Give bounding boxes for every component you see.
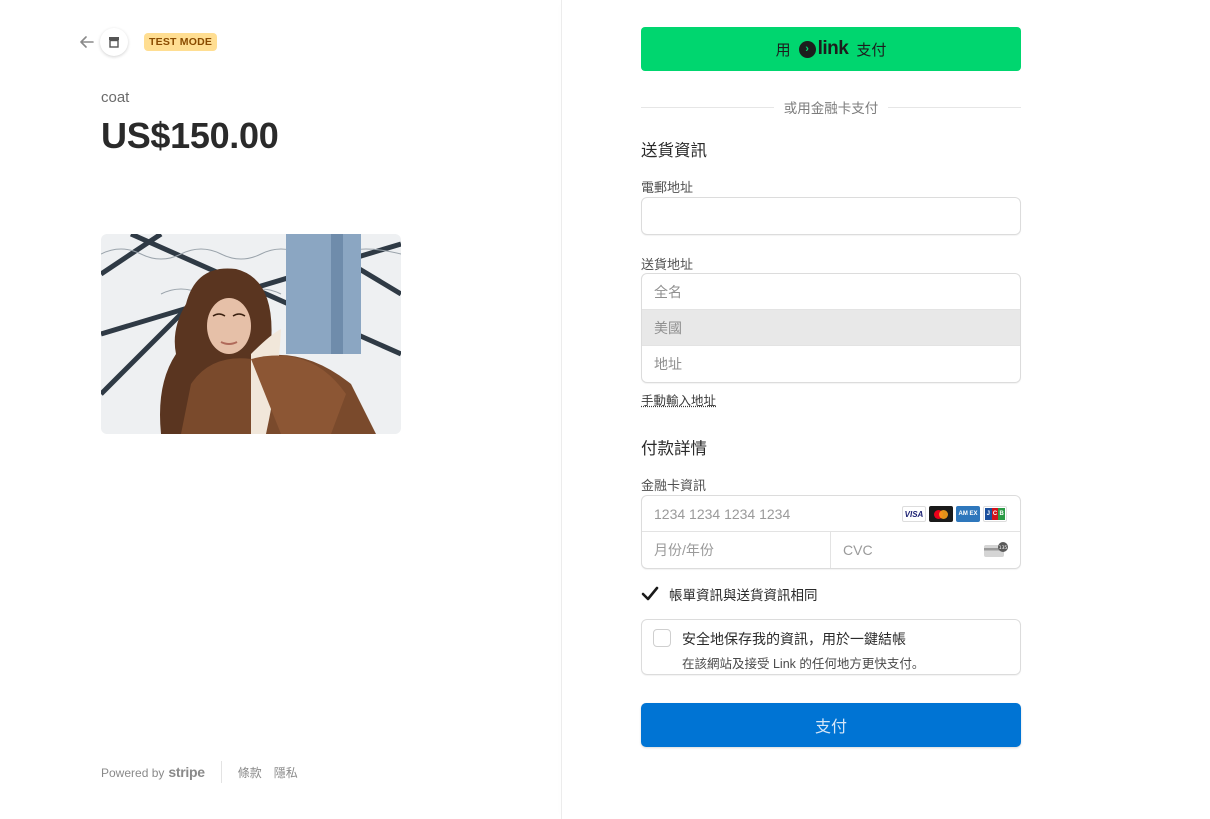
test-mode-badge: TEST MODE — [144, 33, 218, 51]
country-select[interactable]: 美國 — [642, 310, 1020, 346]
powered-by-label: Powered by — [101, 766, 165, 780]
billing-same-label: 帳單資訊與送貨資訊相同 — [669, 588, 818, 603]
footer: Powered by stripe 條款 隱私 — [101, 761, 310, 783]
terms-link[interactable]: 條款 — [238, 764, 262, 781]
mastercard-icon — [929, 506, 953, 522]
link-wordmark: link — [817, 38, 849, 59]
checkout-form-panel: 用 › link 支付 或用金融卡支付 送貨資訊 電郵地址 送貨地址 全名 美國… — [562, 0, 1210, 819]
product-image — [101, 234, 401, 434]
store-icon — [100, 28, 128, 56]
email-label: 電郵地址 — [641, 180, 694, 195]
link-button-suffix: 支付 — [856, 41, 887, 59]
link-arrow-icon: › — [798, 40, 816, 58]
svg-text:135: 135 — [999, 545, 1008, 551]
cvc-card-icon: 135 — [984, 542, 1008, 557]
card-number-placeholder: 1234 1234 1234 1234 — [654, 505, 791, 522]
checkmark-icon — [641, 586, 659, 601]
save-info-box[interactable]: 安全地保存我的資訊，用於一鍵結帳 在該網站及接受 Link 的任何地方更快支付。 — [641, 619, 1021, 675]
jcb-icon: JCB — [983, 506, 1007, 522]
card-number-input[interactable]: 1234 1234 1234 1234 VISA AM EX JCB — [642, 496, 1020, 532]
billing-same-checkbox-row[interactable]: 帳單資訊與送貨資訊相同 — [641, 584, 818, 604]
link-button-prefix: 用 — [775, 41, 791, 59]
top-bar: TEST MODE — [78, 28, 218, 56]
full-name-input[interactable]: 全名 — [642, 274, 1020, 310]
pay-with-link-button[interactable]: 用 › link 支付 — [641, 27, 1021, 71]
powered-by-stripe[interactable]: Powered by stripe — [101, 764, 205, 780]
divider-line-left — [641, 106, 774, 108]
product-price: US$150.00 — [101, 115, 279, 156]
stripe-logo: stripe — [168, 764, 205, 780]
shipping-address-label: 送貨地址 — [641, 257, 694, 272]
card-brand-icons: VISA AM EX JCB — [902, 506, 1007, 522]
card-info-group: 1234 1234 1234 1234 VISA AM EX JCB 月份/年份… — [641, 495, 1021, 569]
billing-same-checkbox[interactable] — [641, 585, 659, 603]
amex-icon: AM EX — [956, 506, 980, 522]
divider-line-right — [888, 106, 1021, 108]
cvc-input[interactable]: CVC 135 — [831, 532, 1020, 568]
address-input[interactable]: 地址 — [642, 346, 1020, 382]
card-expiry-cvc-row: 月份/年份 CVC 135 — [642, 532, 1020, 568]
product-name: coat — [101, 89, 130, 106]
pay-button[interactable]: 支付 — [641, 703, 1021, 747]
shipping-section-title: 送貨資訊 — [641, 142, 707, 160]
expiry-input[interactable]: 月份/年份 — [642, 532, 831, 568]
footer-divider — [220, 761, 222, 783]
shipping-address-group: 全名 美國 地址 — [641, 273, 1021, 383]
product-summary-panel: TEST MODE coat US$150.00 Powered by stri… — [0, 0, 561, 819]
privacy-link[interactable]: 隱私 — [274, 764, 298, 781]
or-divider-text: 或用金融卡支付 — [783, 101, 879, 116]
or-divider: 或用金融卡支付 — [641, 98, 1021, 116]
payment-section-title: 付款詳情 — [641, 440, 707, 458]
save-info-checkbox[interactable] — [653, 629, 671, 647]
email-field[interactable] — [641, 197, 1021, 235]
link-logo: › link — [798, 38, 849, 60]
visa-icon: VISA — [902, 506, 926, 522]
save-info-title: 安全地保存我的資訊，用於一鍵結帳 — [682, 631, 906, 647]
back-arrow-icon[interactable] — [78, 33, 96, 51]
cvc-placeholder: CVC — [843, 542, 873, 558]
manual-address-link[interactable]: 手動輸入地址 — [641, 390, 716, 409]
save-info-subtitle: 在該網站及接受 Link 的任何地方更快支付。 — [682, 657, 925, 671]
card-info-label: 金融卡資訊 — [641, 478, 707, 493]
